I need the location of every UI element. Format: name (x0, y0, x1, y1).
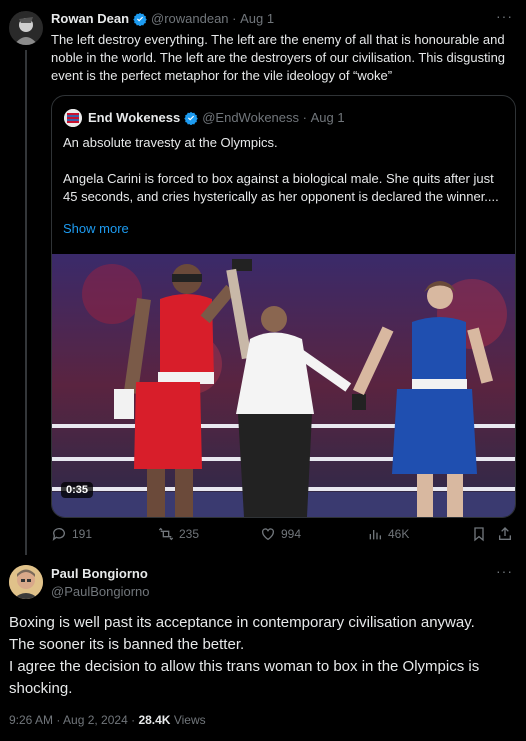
quote-text: An absolute travesty at the Olympics. An… (63, 134, 503, 206)
reply-icon (52, 528, 65, 541)
like-button[interactable]: 994 (260, 526, 301, 542)
avatar[interactable] (9, 11, 43, 45)
author-name[interactable]: Paul Bongiorno (51, 566, 148, 581)
reply-line: I agree the decision to allow this trans… (9, 658, 480, 697)
author-handle[interactable]: @rowandean (151, 11, 229, 26)
reply-button[interactable]: 191 (51, 526, 92, 542)
repost-icon (158, 527, 174, 541)
author-name[interactable]: Rowan Dean (51, 11, 129, 26)
post-header: Rowan Dean @rowandean · Aug 1 (51, 11, 275, 26)
quote-line: Angela Carini is forced to box against a… (63, 171, 499, 204)
avatar[interactable] (9, 565, 43, 599)
share-button[interactable] (497, 526, 513, 542)
author-name[interactable]: End Wokeness (88, 110, 180, 125)
post-text: The left destroy everything. The left ar… (51, 32, 506, 83)
boxing-scene-image (52, 254, 515, 517)
quoted-post[interactable]: End Wokeness @EndWokeness · Aug 1 An abs… (51, 95, 516, 518)
views-icon (369, 530, 381, 540)
reply-text: Boxing is well past its acceptance in co… (9, 612, 514, 700)
post-date[interactable]: Aug 1 (240, 11, 274, 26)
view-count: 28.4K (138, 713, 171, 727)
reply-line: Boxing is well past its acceptance in co… (9, 614, 475, 631)
quote-line: An absolute travesty at the Olympics. (63, 135, 278, 150)
more-icon[interactable]: ··· (496, 8, 513, 24)
repost-button[interactable]: 235 (158, 526, 199, 542)
thread-line (25, 50, 27, 555)
views-label: Views (173, 713, 206, 727)
bookmark-icon (474, 527, 484, 542)
bookmark-button[interactable] (471, 526, 487, 542)
post-timestamp[interactable]: 9:26 AM · Aug 2, 2024 · (9, 713, 135, 727)
action-bar: 191 235 994 46K (51, 526, 516, 544)
reply-line: The sooner its is banned the better. (9, 636, 245, 653)
avatar[interactable] (64, 109, 82, 127)
verified-badge-icon (133, 12, 147, 26)
share-icon (499, 527, 511, 540)
author-handle[interactable]: @EndWokeness (202, 110, 299, 125)
heart-icon (262, 528, 274, 541)
repost-count: 235 (179, 527, 200, 541)
show-more-link[interactable]: Show more (63, 221, 129, 236)
quote-header: End Wokeness @EndWokeness · Aug 1 (88, 110, 345, 125)
post-metadata: 9:26 AM · Aug 2, 2024 · 28.4K Views (9, 713, 206, 727)
more-icon[interactable]: ··· (496, 563, 513, 579)
like-count: 994 (281, 527, 302, 541)
views-button[interactable]: 46K (367, 526, 409, 542)
reply-count: 191 (72, 527, 93, 541)
post-date[interactable]: Aug 1 (311, 110, 345, 125)
verified-badge-icon (184, 111, 199, 125)
video-thumbnail[interactable]: 0:35 (52, 254, 515, 517)
view-count: 46K (388, 527, 410, 541)
author-handle[interactable]: @PaulBongiorno (51, 584, 149, 599)
video-duration: 0:35 (61, 482, 94, 498)
